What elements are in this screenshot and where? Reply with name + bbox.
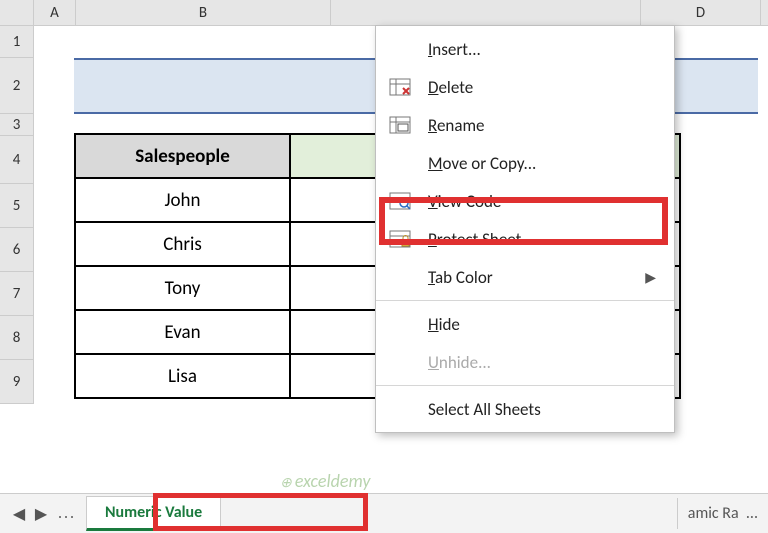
col-header-d[interactable]: D [641,0,761,25]
menu-label: Unhide... [428,352,656,373]
menu-label: Rename [428,115,656,136]
tab-overflow-left[interactable]: ... [52,504,82,523]
protect-sheet-icon [386,227,414,251]
menu-label: Delete [428,77,656,98]
sheet-tab-bar: ◀ ▶ ... Numeric Value amic Ra ... [0,493,768,533]
menu-unhide: Unhide... [376,343,674,381]
cell[interactable]: John [75,178,290,222]
sheet-tab-active[interactable]: Numeric Value [86,496,221,531]
row-header[interactable]: 7 [0,272,34,316]
tab-nav-prev[interactable]: ◀ [8,504,30,524]
col-header-c[interactable] [331,0,641,25]
menu-label: Hide [428,314,656,335]
blank-icon [386,350,414,374]
cell[interactable]: Evan [75,310,290,354]
row-header[interactable]: 6 [0,228,34,272]
menu-protect-sheet[interactable]: Protect Sheet... [376,220,674,258]
blank-icon [386,312,414,336]
column-headers: A B D [0,0,768,26]
blank-icon [386,151,414,175]
menu-hide[interactable]: Hide [376,305,674,343]
menu-separator [376,300,674,301]
menu-separator [376,385,674,386]
sheet-tab-partial[interactable]: amic Ra ... [677,498,768,529]
row-headers: 1 2 3 4 5 6 7 8 9 [0,26,34,404]
row-header[interactable]: 2 [0,58,34,114]
tab-nav-next[interactable]: ▶ [30,504,52,524]
delete-sheet-icon [386,75,414,99]
col-header-a[interactable]: A [34,0,76,25]
menu-rename[interactable]: Rename [376,106,674,144]
blank-icon [386,265,414,289]
row-header[interactable]: 1 [0,26,34,58]
blank-icon [386,397,414,421]
chevron-right-icon: ▶ [645,269,656,286]
cell[interactable]: Lisa [75,354,290,398]
row-header[interactable]: 3 [0,114,34,136]
col-header-b[interactable]: B [76,0,331,25]
row-header[interactable]: 5 [0,184,34,228]
col-salespeople[interactable]: Salespeople [75,134,290,178]
menu-label: Protect Sheet... [428,229,656,250]
row-header[interactable]: 4 [0,136,34,184]
cell[interactable]: Tony [75,266,290,310]
menu-move-copy[interactable]: Move or Copy... [376,144,674,182]
cell[interactable]: Chris [75,222,290,266]
menu-label: Tab Color [428,267,645,288]
sheet-tab-context-menu: Insert... Delete Rename Move or Copy... … [375,25,675,433]
menu-view-code[interactable]: View Code [376,182,674,220]
select-all-corner[interactable] [0,0,34,25]
menu-label: View Code [428,191,656,212]
row-header[interactable]: 9 [0,360,34,404]
view-code-icon [386,189,414,213]
rename-sheet-icon [386,113,414,137]
menu-tab-color[interactable]: Tab Color ▶ [376,258,674,296]
menu-delete[interactable]: Delete [376,68,674,106]
menu-label: Insert... [428,39,656,60]
menu-label: Move or Copy... [428,153,656,174]
menu-insert[interactable]: Insert... [376,30,674,68]
row-header[interactable]: 8 [0,316,34,360]
blank-icon [386,37,414,61]
menu-select-all-sheets[interactable]: Select All Sheets [376,390,674,428]
menu-label: Select All Sheets [428,399,656,420]
